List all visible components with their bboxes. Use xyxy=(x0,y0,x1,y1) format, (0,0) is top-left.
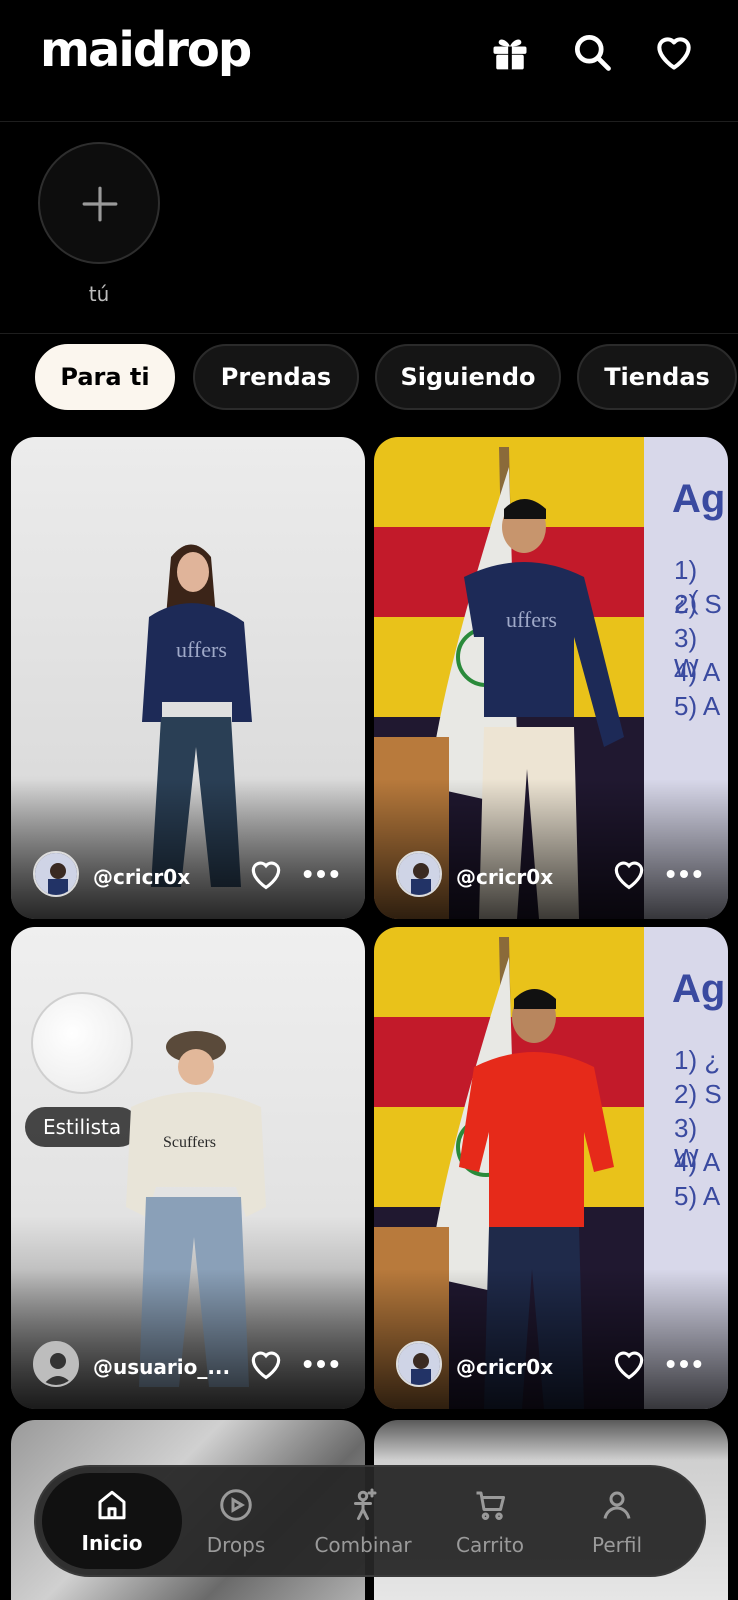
nav-label: Carrito xyxy=(456,1533,524,1557)
play-icon xyxy=(218,1487,254,1523)
bottom-navigation: Inicio Drops Combinar Carrito Perfil xyxy=(34,1465,706,1577)
add-story-button[interactable] xyxy=(38,142,160,264)
outfit-icon xyxy=(345,1487,381,1523)
svg-text:Scuffers: Scuffers xyxy=(163,1134,216,1151)
post-username[interactable]: @cricr0x xyxy=(456,865,553,889)
search-icon[interactable] xyxy=(570,30,614,74)
post-meta: @cricr0x xyxy=(374,819,728,919)
feed-post-card[interactable]: Estilista Scuffers @usuario_... xyxy=(11,927,365,1409)
filter-tabs: Para ti Prendas Siguiendo Tiendas xyxy=(0,340,738,414)
svg-text:uffers: uffers xyxy=(176,637,227,662)
post-meta: @cricr0x xyxy=(11,819,365,919)
feed-post-card[interactable]: uffers @cricr0x xyxy=(11,437,365,919)
story-label: tú xyxy=(88,282,110,306)
more-options-icon[interactable] xyxy=(664,855,704,893)
svg-text:uffers: uffers xyxy=(506,607,557,632)
user-icon xyxy=(599,1487,635,1523)
nav-label: Inicio xyxy=(81,1531,143,1555)
app-header: maidrop xyxy=(0,0,738,122)
heart-icon[interactable] xyxy=(652,30,696,74)
post-username[interactable]: @cricr0x xyxy=(456,1355,553,1379)
nav-inicio[interactable]: Inicio xyxy=(42,1473,182,1569)
post-meta: @cricr0x xyxy=(374,1309,728,1409)
nav-perfil[interactable]: Perfil xyxy=(552,1467,682,1575)
more-options-icon[interactable] xyxy=(301,855,341,893)
nav-label: Drops xyxy=(206,1533,266,1557)
post-username[interactable]: @usuario_... xyxy=(93,1355,230,1379)
app-logo[interactable]: maidrop xyxy=(40,22,252,78)
tab-tiendas[interactable]: Tiendas xyxy=(577,344,737,410)
stories-bar: tú xyxy=(0,122,738,334)
tab-para-ti[interactable]: Para ti xyxy=(35,344,175,410)
avatar[interactable] xyxy=(33,851,79,897)
heart-icon[interactable] xyxy=(247,855,285,893)
heart-icon[interactable] xyxy=(610,1345,648,1383)
avatar-placeholder[interactable] xyxy=(33,1341,79,1387)
gift-icon[interactable] xyxy=(488,30,532,74)
home-icon xyxy=(94,1487,130,1523)
avatar[interactable] xyxy=(396,851,442,897)
nav-label: Perfil xyxy=(591,1533,643,1557)
post-username[interactable]: @cricr0x xyxy=(93,865,190,889)
nav-combinar[interactable]: Combinar xyxy=(298,1467,428,1575)
nav-label: Combinar xyxy=(314,1533,412,1557)
cart-icon xyxy=(472,1487,508,1523)
tab-siguiendo[interactable]: Siguiendo xyxy=(375,344,561,410)
heart-icon[interactable] xyxy=(610,855,648,893)
more-options-icon[interactable] xyxy=(301,1345,341,1383)
post-meta: @usuario_... xyxy=(11,1309,365,1409)
heart-icon[interactable] xyxy=(247,1345,285,1383)
tab-prendas[interactable]: Prendas xyxy=(193,344,359,410)
nav-drops[interactable]: Drops xyxy=(171,1467,301,1575)
plus-icon xyxy=(82,186,118,222)
avatar[interactable] xyxy=(396,1341,442,1387)
nav-carrito[interactable]: Carrito xyxy=(425,1467,555,1575)
feed-post-card[interactable]: Ag 1) ¿( 2) S 3) W 4) A 5) A uffers @cri… xyxy=(374,437,728,919)
more-options-icon[interactable] xyxy=(664,1345,704,1383)
feed-post-card[interactable]: Ag 1) ¿ 2) S 3) W 4) A 5) A @cricr0x xyxy=(374,927,728,1409)
